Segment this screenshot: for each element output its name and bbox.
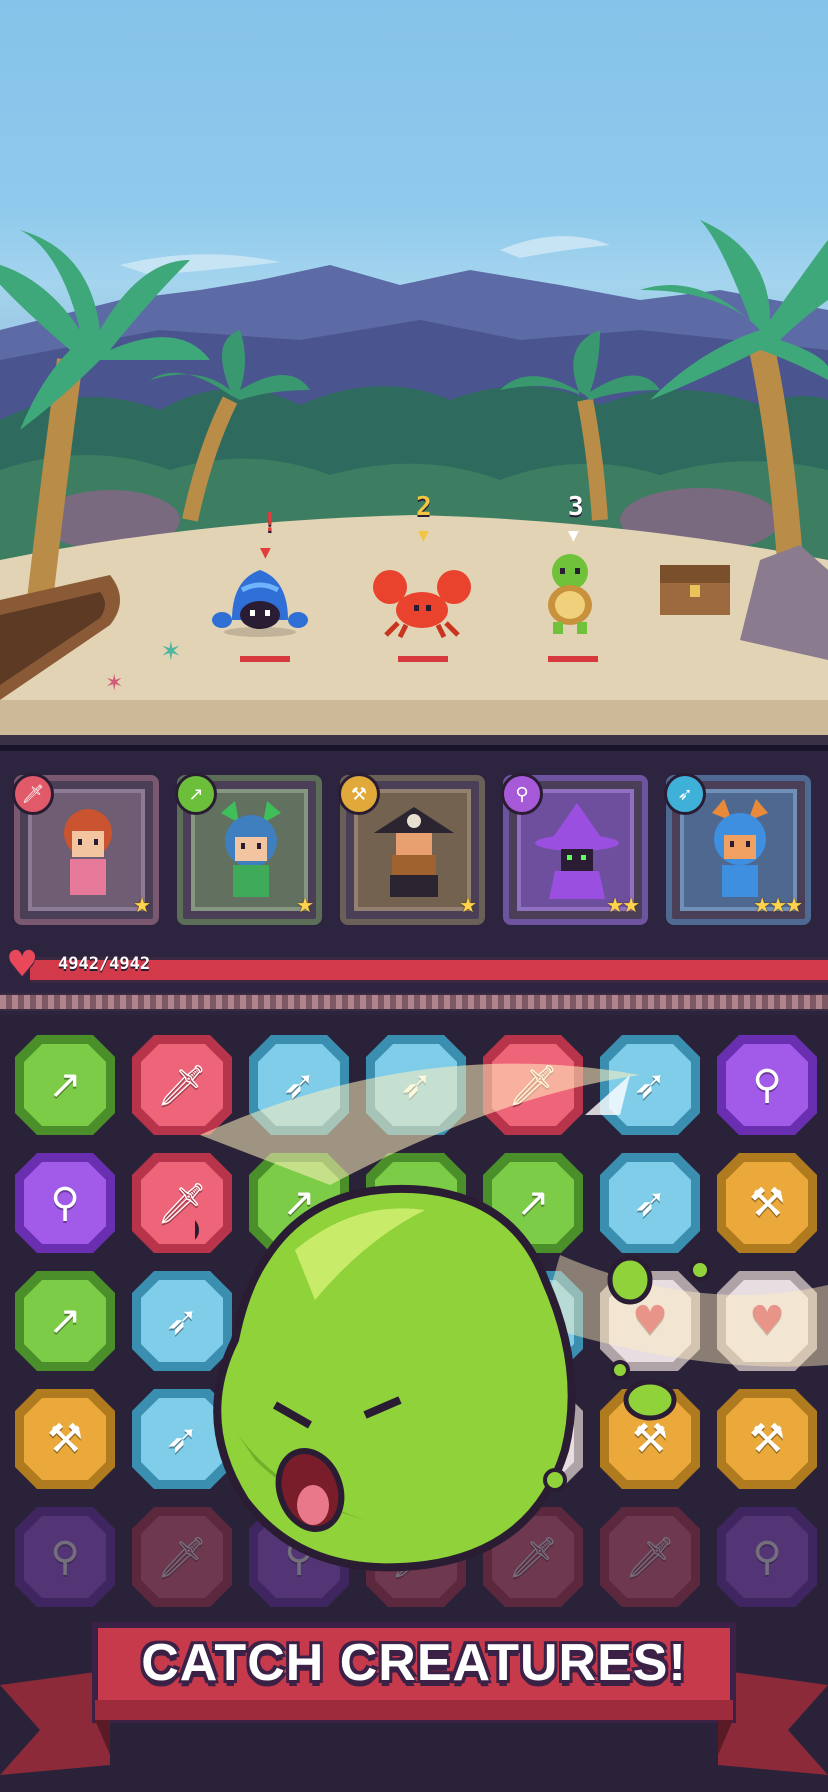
star-rating: ★	[133, 893, 151, 917]
axe-icon: ⚒	[338, 773, 380, 815]
blue-fox-archer-portrait	[712, 799, 768, 897]
enemy-3-hp-bar	[548, 656, 598, 662]
banner-title: CATCH CREATURES!	[141, 1634, 687, 1692]
chevron-down-icon: ▼	[418, 528, 429, 544]
star-rating: ★★	[606, 893, 640, 917]
party-member-pirate-captain[interactable]: ⚒ ★	[338, 773, 485, 925]
enemy-1-order-marker: !	[262, 508, 278, 538]
purple-wizard-portrait	[535, 803, 619, 899]
star-rating: ★★★	[753, 893, 803, 917]
hermit-crab-sprite	[212, 570, 308, 637]
enemy-red-crab[interactable]	[370, 565, 474, 641]
green-slime-creature	[195, 1184, 576, 1572]
rope-divider	[0, 993, 828, 1011]
enemy-green-turtle[interactable]	[535, 550, 605, 640]
star-rating: ★	[296, 893, 314, 917]
pirate-captain-portrait	[374, 807, 454, 897]
heart-icon: ♥	[6, 944, 39, 985]
enemy-2-order-marker: 2	[416, 492, 432, 522]
party-member-green-cat-ranger[interactable]: ↗ ★	[175, 773, 322, 925]
green-cat-ranger-portrait	[221, 801, 281, 897]
sword-icon: 🗡	[12, 773, 54, 815]
slime-droplets	[607, 1255, 710, 1421]
star-rating: ★	[459, 893, 477, 917]
svg-text:✶: ✶	[105, 671, 123, 696]
chevron-down-icon: ▼	[568, 528, 579, 544]
party-member-red-hair-girl[interactable]: 🗡 ★	[12, 773, 159, 925]
turtle-sprite	[548, 554, 592, 634]
party-member-purple-wizard[interactable]: ⚲ ★★	[501, 773, 648, 925]
red-hair-girl-portrait	[64, 809, 112, 895]
staff-icon: ⚲	[501, 773, 543, 815]
enemy-blue-hermit-crab[interactable]	[212, 560, 308, 640]
battle-scene: ✶ ✶ ! 2 3 ▼ ▼ ▼	[0, 0, 828, 745]
spear-icon: ↗	[175, 773, 217, 815]
enemy-1-hp-bar	[240, 656, 290, 662]
chevron-down-icon: ▼	[260, 545, 271, 561]
party-member-blue-fox-archer[interactable]: ➶ ★★★	[664, 773, 811, 925]
red-crab-sprite	[373, 570, 471, 639]
bow-icon: ➶	[664, 773, 706, 815]
enemy-3-order-marker: 3	[568, 492, 584, 522]
svg-text:✶: ✶	[160, 637, 182, 667]
hp-readout: 4942/4942	[58, 954, 151, 974]
enemy-2-hp-bar	[398, 656, 448, 662]
